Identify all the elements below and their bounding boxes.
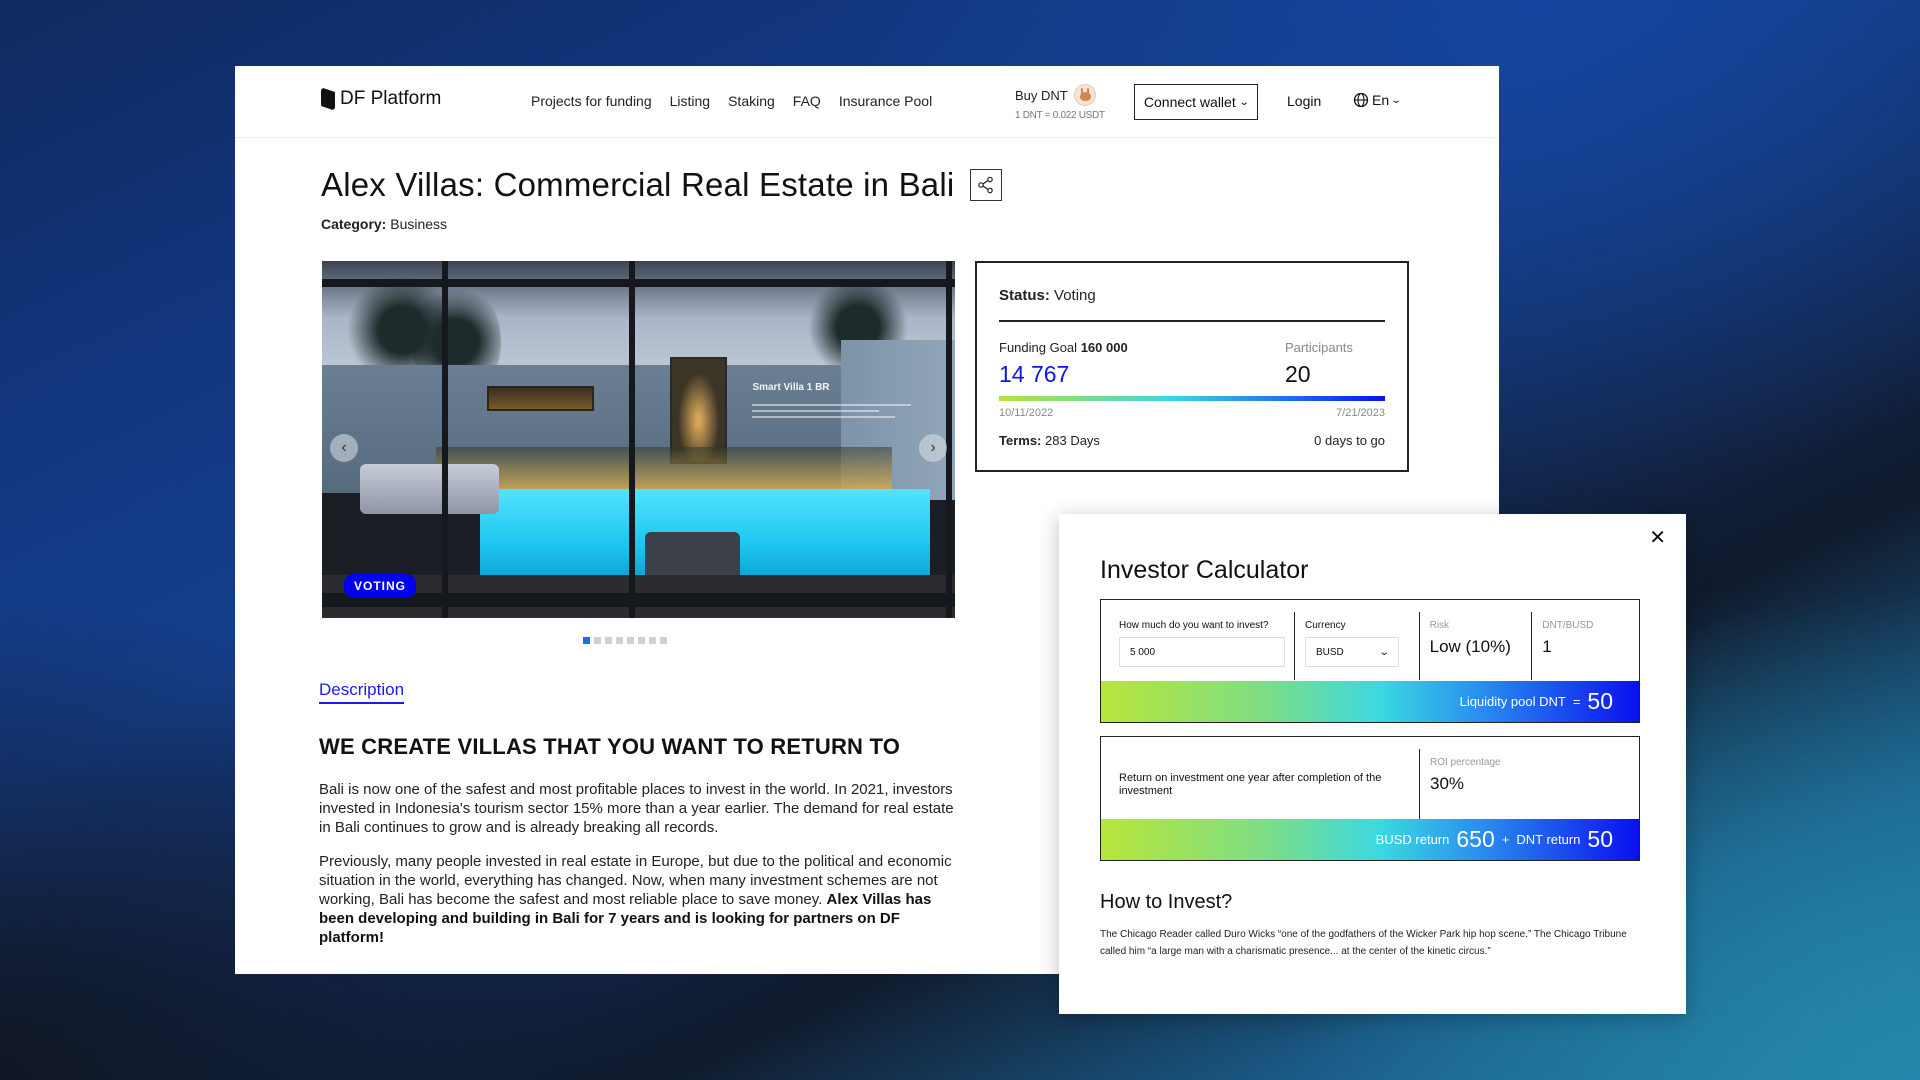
- chevron-down-icon: ⌄: [1378, 646, 1390, 658]
- status-label: Status:: [999, 287, 1050, 304]
- participants-count: 20: [1285, 361, 1311, 387]
- liquidity-value: 50: [1587, 688, 1613, 714]
- description-paragraph: Bali is now one of the safest and most p…: [319, 781, 954, 836]
- share-icon: [978, 176, 994, 194]
- end-date: 7/21/2023: [1336, 407, 1385, 419]
- category-label: Category:: [321, 216, 387, 232]
- logo-icon: [321, 88, 335, 110]
- invest-amount-input[interactable]: 5 000: [1119, 637, 1285, 667]
- liquidity-pool-bar: Liquidity pool DNT = 50: [1101, 681, 1639, 722]
- close-icon[interactable]: ✕: [1649, 528, 1666, 548]
- language-selector[interactable]: En ⌄: [1353, 92, 1402, 108]
- funds-raised: 14 767: [999, 361, 1070, 387]
- main-nav: Projects for funding Listing Staking FAQ…: [531, 93, 932, 109]
- carousel-dots: [583, 637, 667, 644]
- roi-description: Return on investment one year after comp…: [1119, 772, 1382, 797]
- carousel-dot[interactable]: [616, 637, 623, 644]
- status-line: Status: Voting: [999, 287, 1385, 322]
- funding-goal-value: 160 000: [1080, 340, 1128, 355]
- participants-label: Participants: [1285, 340, 1353, 355]
- terms: Terms: 283 Days: [999, 433, 1100, 448]
- dnt-return-value: 50: [1587, 826, 1613, 852]
- currency-value: BUSD: [1316, 646, 1344, 658]
- dnt-busd-label: DNT/BUSD: [1542, 620, 1594, 631]
- nav-insurance-pool[interactable]: Insurance Pool: [839, 93, 932, 109]
- nav-staking[interactable]: Staking: [728, 93, 775, 109]
- nav-faq[interactable]: FAQ: [793, 93, 821, 109]
- buy-dnt-label[interactable]: Buy DNT: [1015, 88, 1068, 103]
- dnt-rate: 1 DNT = 0.022 USDT: [1015, 110, 1105, 121]
- globe-icon: [1353, 92, 1369, 108]
- nav-listing[interactable]: Listing: [670, 93, 710, 109]
- days-left: 0 days to go: [1314, 433, 1385, 448]
- tab-description[interactable]: Description: [319, 680, 405, 704]
- login-link[interactable]: Login: [1287, 93, 1321, 109]
- plus-sign: +: [1501, 832, 1510, 847]
- top-nav: DF Platform Projects for funding Listing…: [235, 66, 1499, 138]
- brand-name: DF Platform: [340, 88, 442, 109]
- roi-label: ROI percentage: [1430, 757, 1501, 768]
- description-heading: WE CREATE VILLAS THAT YOU WANT TO RETURN…: [319, 734, 901, 759]
- project-category: Category: Business: [321, 216, 447, 232]
- terms-label: Terms:: [999, 433, 1042, 448]
- equals-sign: =: [1572, 694, 1581, 709]
- brand-logo[interactable]: DF Platform: [321, 88, 441, 110]
- carousel-dot[interactable]: [638, 637, 645, 644]
- carousel-dot[interactable]: [627, 637, 634, 644]
- roi-value: 30%: [1430, 774, 1465, 793]
- funding-goal-label: Funding Goal: [999, 340, 1078, 355]
- description-body: Bali is now one of the safest and most p…: [319, 780, 967, 962]
- busd-return-label: BUSD return: [1375, 832, 1450, 847]
- category-value: Business: [390, 216, 448, 232]
- connect-wallet-button[interactable]: Connect wallet ⌄: [1134, 84, 1258, 120]
- busd-return-value: 650: [1456, 826, 1495, 852]
- villa-caption: Smart Villa 1 BR: [752, 382, 830, 394]
- status-badge: VOTING: [344, 574, 417, 598]
- currency-select[interactable]: BUSD ⌄: [1305, 637, 1399, 667]
- carousel-dot[interactable]: [605, 637, 612, 644]
- risk-label: Risk: [1429, 620, 1450, 631]
- carousel-prev-button[interactable]: ‹: [330, 434, 358, 462]
- how-to-invest-text: The Chicago Reader called Duro Wicks “on…: [1100, 929, 1627, 957]
- carousel-dot[interactable]: [649, 637, 656, 644]
- start-date: 10/11/2022: [999, 407, 1054, 419]
- modal-title: Investor Calculator: [1100, 556, 1309, 584]
- project-title: Alex Villas: Commercial Real Estate in B…: [321, 166, 955, 203]
- returns-bar: BUSD return 650 + DNT return 50: [1101, 819, 1639, 860]
- carousel-next-button[interactable]: ›: [919, 434, 947, 462]
- funding-status-card: Status: Voting Funding Goal 160 000 14 7…: [975, 261, 1409, 472]
- funding-goal: Funding Goal 160 000: [999, 340, 1128, 355]
- status-value: Voting: [1054, 287, 1096, 304]
- carousel-dot[interactable]: [583, 637, 590, 644]
- chevron-down-icon: ⌄: [1238, 96, 1250, 108]
- invest-amount-label: How much do you want to invest?: [1119, 620, 1269, 631]
- liquidity-label: Liquidity pool DNT: [1459, 694, 1566, 709]
- chevron-down-icon: ⌄: [1390, 94, 1402, 106]
- roi-panel: Return on investment one year after comp…: [1100, 736, 1640, 861]
- funding-progress-fill: [999, 396, 1385, 401]
- carousel-dot[interactable]: [660, 637, 667, 644]
- risk-value: Low (10%): [1429, 637, 1511, 656]
- how-to-invest-heading: How to Invest?: [1100, 891, 1233, 913]
- funding-progress-bar: [999, 396, 1385, 401]
- dnt-busd-value: 1: [1542, 637, 1552, 656]
- currency-label: Currency: [1305, 620, 1346, 631]
- buy-dnt[interactable]: Buy DNT 1 DNT = 0.022 USDT: [1015, 84, 1105, 121]
- image-carousel[interactable]: Smart Villa 1 BR ‹ › VOTING: [322, 261, 955, 618]
- connect-wallet-label: Connect wallet: [1143, 94, 1236, 110]
- share-button[interactable]: [970, 169, 1003, 201]
- investment-inputs: How much do you want to invest? 5 000 Cu…: [1100, 599, 1640, 723]
- nav-projects-for-funding[interactable]: Projects for funding: [531, 93, 652, 109]
- terms-value: 283 Days: [1045, 433, 1100, 448]
- pancakeswap-bunny-icon[interactable]: [1073, 84, 1096, 106]
- dnt-return-label: DNT return: [1516, 832, 1581, 847]
- carousel-dot[interactable]: [594, 637, 601, 644]
- language-label: En: [1372, 92, 1390, 108]
- description-paragraph: Previously, many people invested in real…: [319, 852, 967, 947]
- villa-image: Smart Villa 1 BR: [322, 261, 955, 618]
- investor-calculator-modal: ✕ Investor Calculator How much do you wa…: [1059, 514, 1686, 1014]
